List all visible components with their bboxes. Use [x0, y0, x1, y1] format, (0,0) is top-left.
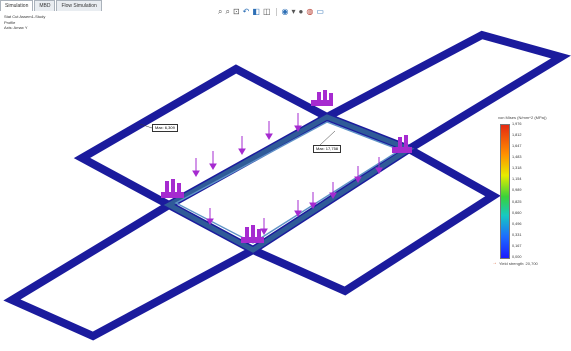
legend-title: von Mises (N/mm^2 (MPa)): [498, 115, 547, 120]
yield-strength-label: → Yield strength: 20,700: [492, 260, 538, 266]
legend-tick: 1,483: [512, 155, 522, 160]
model-viewport[interactable]: [0, 0, 571, 351]
yield-arrow-icon: →: [492, 260, 497, 266]
load-arrow: [265, 121, 273, 140]
min-stress-callout: Max: 17,758: [313, 145, 342, 153]
legend-tick: 1,812: [512, 133, 522, 138]
legend-tick: 0,989: [512, 188, 522, 193]
yield-strength-text: Yield strength: 20,700: [499, 260, 538, 266]
legend-tick: 0,331: [512, 232, 522, 237]
legend-tick: 0,825: [512, 199, 522, 204]
legend-color-scale: [500, 124, 510, 259]
load-arrow: [209, 151, 217, 170]
frame-structure: [3, 30, 571, 341]
legend-tick: 1,647: [512, 144, 522, 149]
max-stress-callout: Max: 6,309: [152, 124, 178, 132]
legend-ticks: 1,976 1,812 1,647 1,483 1,318 1,154 0,98…: [512, 122, 522, 259]
fixture-marker-left: [161, 179, 184, 198]
legend-tick: 0,000: [512, 254, 522, 259]
legend-tick: 1,318: [512, 166, 522, 171]
legend-tick: 0,660: [512, 210, 522, 215]
load-arrow: [238, 136, 246, 155]
legend-tick: 0,167: [512, 243, 522, 248]
fixture-marker-top: [311, 90, 333, 106]
fixture-marker-bottom: [241, 225, 264, 243]
legend-tick: 1,976: [512, 122, 522, 126]
load-arrow: [192, 158, 200, 177]
legend-tick: 0,496: [512, 221, 522, 226]
legend-tick: 1,154: [512, 177, 522, 182]
stress-legend: von Mises (N/mm^2 (MPa)) 1,976 1,812 1,6…: [488, 115, 558, 266]
load-arrow: [260, 218, 268, 235]
load-arrow: [294, 113, 302, 132]
